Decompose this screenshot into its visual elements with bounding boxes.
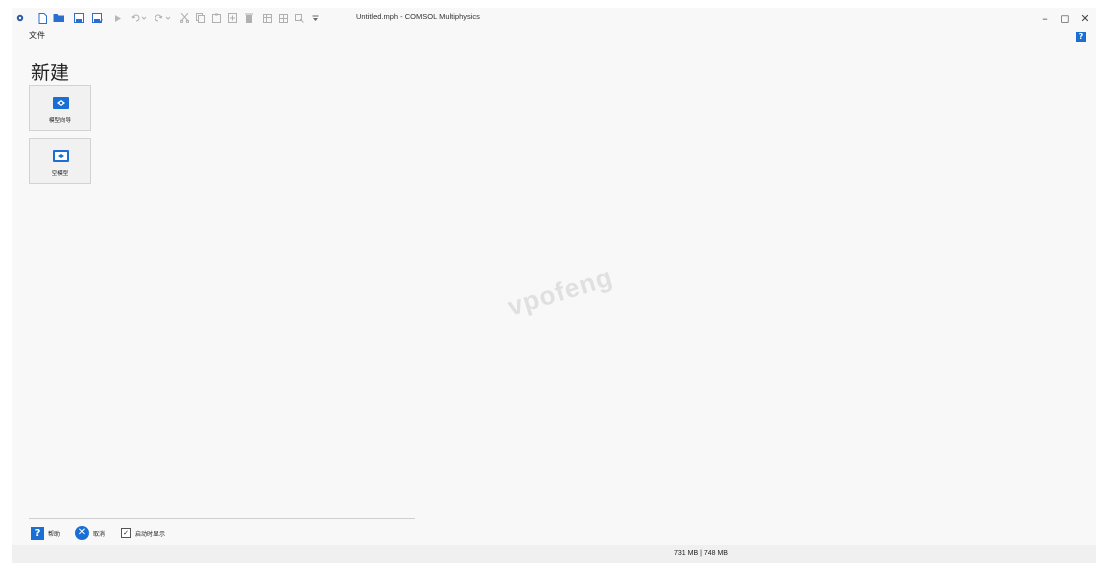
save-icon[interactable] <box>72 11 85 25</box>
maximize-button[interactable]: ◻ <box>1056 10 1074 26</box>
menu-bar: 文件 ? <box>12 28 1096 44</box>
question-icon: ? <box>31 526 44 540</box>
blank-model-label: 空模型 <box>51 171 69 177</box>
memory-usage: 731 MB | 748 MB <box>674 550 728 557</box>
redo-icon[interactable] <box>153 11 173 25</box>
close-button[interactable]: ✕ <box>1076 10 1094 26</box>
table-icon[interactable] <box>261 11 273 25</box>
help-icon[interactable]: ? <box>1076 32 1086 42</box>
divider <box>29 518 415 519</box>
delete-icon[interactable] <box>243 11 255 25</box>
minimize-button[interactable]: – <box>1036 10 1054 26</box>
run-icon[interactable] <box>113 11 123 25</box>
help-label: 帮助 <box>48 530 61 538</box>
comsol-logo-icon <box>15 11 25 25</box>
cut-icon[interactable] <box>178 11 190 25</box>
undo-icon[interactable] <box>129 11 149 25</box>
model-wizard-icon <box>53 94 69 109</box>
show-on-startup-checkbox[interactable]: ✓ 启动时显示 <box>121 524 165 542</box>
cancel-label: 取消 <box>93 530 106 538</box>
watermark-text: vpofeng <box>504 261 617 322</box>
cancel-x-icon: ✕ <box>75 526 89 540</box>
file-menu[interactable]: 文件 <box>29 30 45 41</box>
model-wizard-tile[interactable]: 模型向导 <box>29 85 91 131</box>
copy-icon[interactable] <box>194 11 206 25</box>
model-wizard-label: 模型向导 <box>48 118 71 124</box>
open-folder-icon[interactable] <box>52 11 66 25</box>
title-bar: Untitled.mph - COMSOL Multiphysics – ◻ ✕ <box>12 8 1096 28</box>
duplicate-icon[interactable] <box>226 11 238 25</box>
grid-icon[interactable] <box>277 11 289 25</box>
status-bar: 731 MB | 748 MB <box>12 545 1096 563</box>
customize-toolbar-icon[interactable] <box>309 11 321 25</box>
find-icon[interactable] <box>293 11 305 25</box>
cancel-button[interactable]: ✕ 取消 <box>75 524 105 542</box>
page-title: 新建 <box>31 62 70 84</box>
blank-model-icon <box>53 147 69 162</box>
bottom-toolbar: ? 帮助 ✕ 取消 ✓ 启动时显示 <box>12 524 412 544</box>
paste-icon[interactable] <box>210 11 222 25</box>
show-on-startup-label: 启动时显示 <box>135 530 166 538</box>
window-title: Untitled.mph - COMSOL Multiphysics <box>356 12 480 21</box>
checkbox-checked-icon: ✓ <box>121 528 131 538</box>
application-window: Untitled.mph - COMSOL Multiphysics – ◻ ✕… <box>12 8 1096 563</box>
new-file-icon[interactable] <box>36 11 48 25</box>
save-as-icon[interactable] <box>90 11 104 25</box>
blank-model-tile[interactable]: 空模型 <box>29 138 91 184</box>
help-button[interactable]: ? 帮助 <box>31 524 60 542</box>
